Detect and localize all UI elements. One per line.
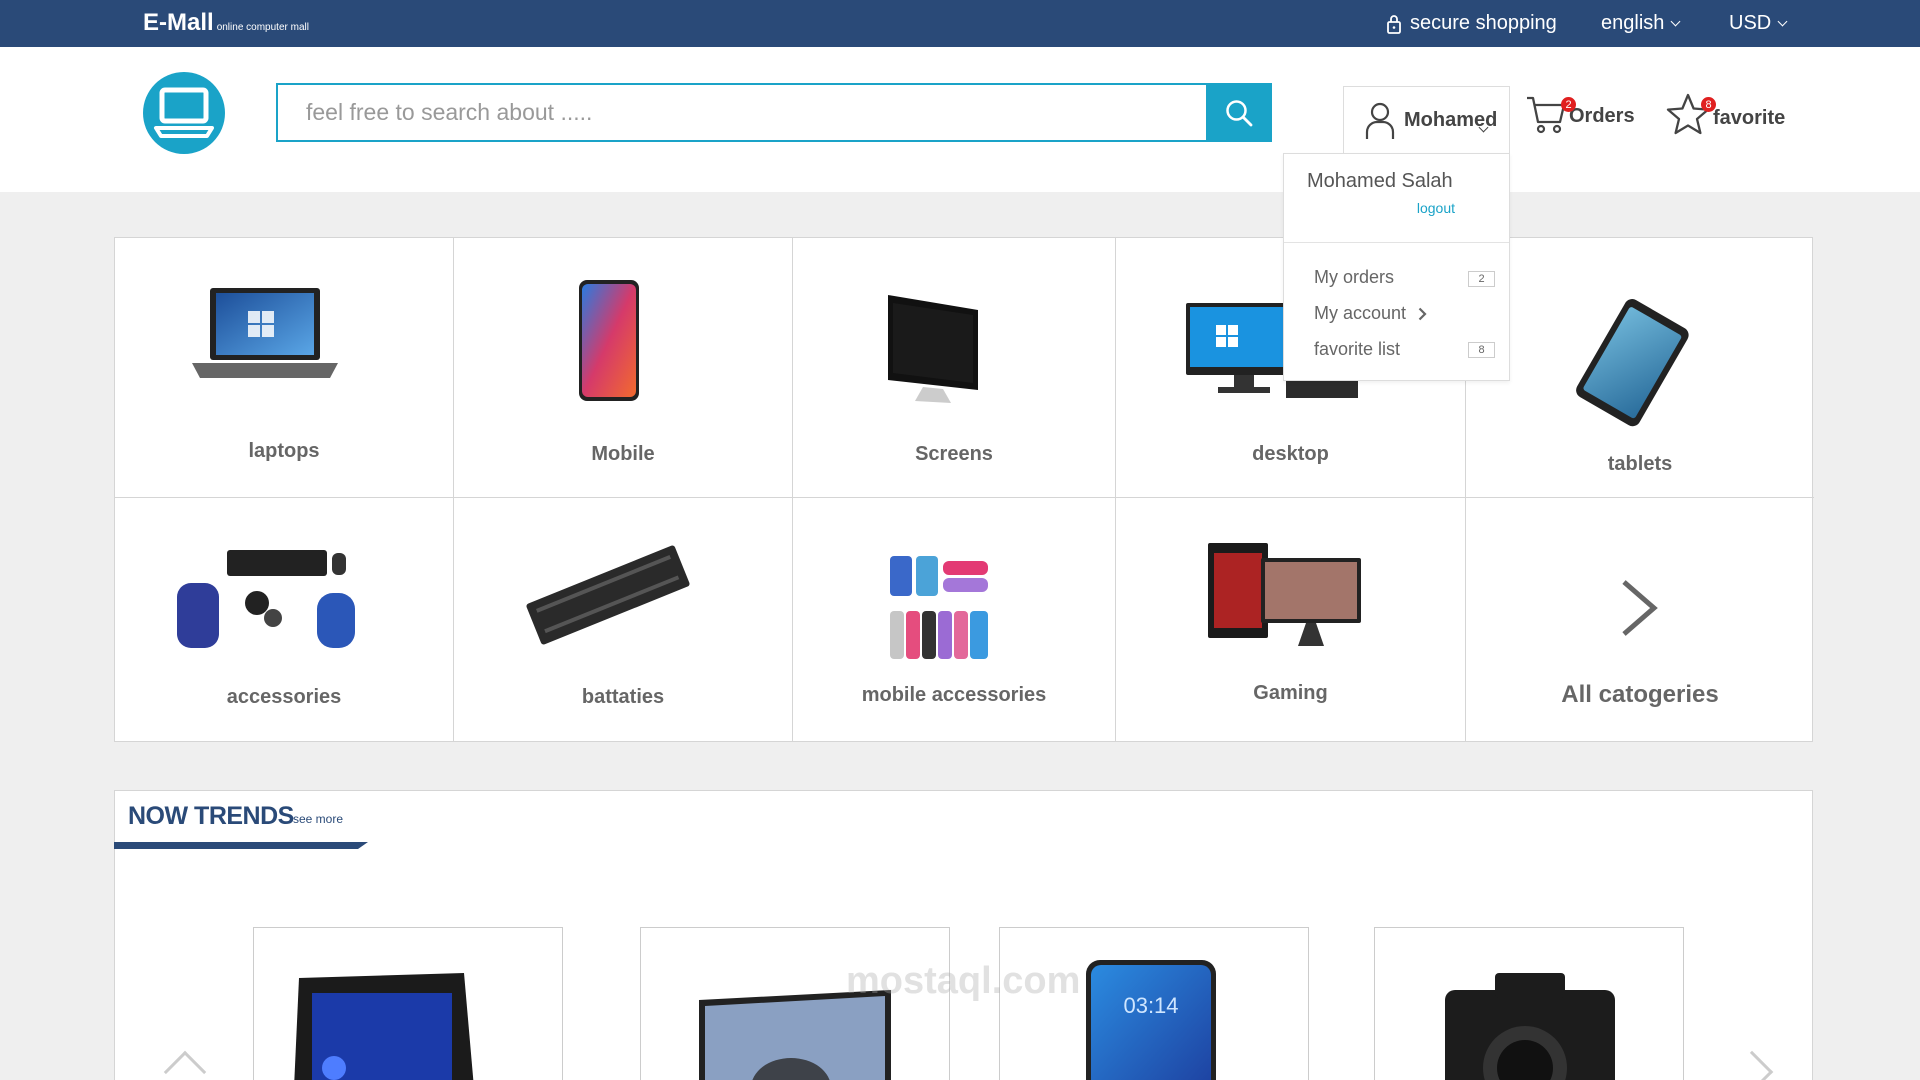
site-logo[interactable] — [143, 72, 225, 154]
category-label: Screens — [915, 443, 993, 465]
brand-logo-text[interactable]: E-Mall online computer mall — [143, 9, 309, 37]
category-mobile[interactable]: Mobile — [454, 238, 793, 498]
category-screens[interactable]: Screens — [793, 238, 1116, 498]
gaming-case-image — [294, 973, 474, 1080]
battery-image — [526, 545, 690, 645]
category-mobile-accessories[interactable]: mobile accessories — [793, 498, 1116, 742]
category-tablets[interactable]: tablets — [1466, 238, 1814, 498]
lock-icon — [1387, 14, 1401, 34]
product-card[interactable] — [640, 927, 950, 1080]
see-more-link[interactable]: see more — [293, 812, 343, 826]
menu-item-label: My orders — [1314, 267, 1395, 287]
cart-icon — [1527, 96, 1566, 134]
my-orders-count: 2 — [1468, 271, 1495, 287]
orders-link[interactable]: Orders 2 — [1525, 92, 1635, 136]
carousel-prev-button[interactable] — [163, 1050, 207, 1080]
category-label: tablets — [1607, 453, 1673, 475]
smartphone-image: 03:14 — [1086, 960, 1216, 1080]
gaming-pc-image — [1208, 543, 1361, 646]
currency-value: USD — [1729, 12, 1772, 34]
menu-item-my-orders[interactable]: My orders — [1314, 267, 1394, 288]
orders-badge: 2 — [1561, 97, 1576, 112]
laptop-image — [192, 288, 338, 378]
category-grid: laptops Mobile Screens desktop tablets a… — [114, 237, 1814, 742]
tablet-image — [1576, 299, 1689, 427]
brand-name: E-Mall — [143, 9, 214, 36]
language-value: english — [1601, 12, 1665, 34]
search-button[interactable] — [1206, 83, 1272, 142]
menu-item-label: My account — [1314, 303, 1407, 323]
phone-cases-image — [890, 556, 988, 659]
menu-item-label: favorite list — [1314, 339, 1401, 359]
carousel-next-button[interactable] — [1730, 1050, 1774, 1080]
trends-section: NOW TRENDS see more 03:14 — [114, 790, 1813, 1080]
search-bar — [276, 83, 1272, 142]
chevron-down-icon — [1777, 16, 1788, 27]
chevron-down-icon — [1670, 16, 1681, 27]
phone-time: 03:14 — [1123, 993, 1178, 1018]
category-gaming[interactable]: Gaming — [1116, 498, 1466, 742]
favorite-link[interactable]: favorite 8 — [1665, 92, 1785, 138]
orders-label: Orders — [1569, 105, 1635, 127]
favorite-label: favorite — [1713, 107, 1786, 129]
category-label: Mobile — [591, 443, 655, 465]
category-label: accessories — [226, 686, 342, 708]
menu-item-my-account[interactable]: My account — [1314, 303, 1427, 324]
user-icon — [1365, 102, 1395, 139]
category-label: battaties — [581, 686, 665, 708]
secure-shopping-label: secure shopping — [1410, 12, 1557, 34]
product-card[interactable]: 03:14 — [999, 927, 1309, 1080]
logout-link[interactable]: logout — [1417, 200, 1455, 216]
user-menu-toggle[interactable]: Mohamed — [1343, 86, 1510, 154]
currency-select[interactable]: USD — [1729, 12, 1788, 35]
divider — [1284, 242, 1509, 243]
category-label: laptops — [248, 440, 320, 462]
mobile-image — [579, 280, 639, 401]
category-label: Gaming — [1253, 682, 1328, 704]
user-full-name: Mohamed Salah — [1307, 170, 1453, 192]
category-batteries[interactable]: battaties — [454, 498, 793, 742]
title-underline — [114, 842, 368, 849]
search-input[interactable] — [278, 85, 1206, 140]
laptop-logo-icon — [154, 87, 214, 138]
category-label: desktop — [1252, 443, 1329, 465]
category-label: All catogeries — [1561, 681, 1719, 708]
product-card[interactable] — [253, 927, 563, 1080]
product-card[interactable] — [1374, 927, 1684, 1080]
search-icon — [1226, 99, 1253, 126]
category-label: mobile accessories — [861, 684, 1047, 706]
language-select[interactable]: english — [1601, 12, 1681, 35]
category-accessories[interactable]: accessories — [115, 498, 454, 742]
chevron-right-icon — [1418, 307, 1427, 320]
favorite-badge: 8 — [1701, 97, 1716, 112]
camera-image — [1445, 973, 1615, 1080]
favorite-list-count: 8 — [1468, 342, 1495, 358]
watermark: mostaql.com — [846, 960, 1081, 1002]
monitor-image — [888, 295, 978, 403]
accessories-image — [177, 550, 355, 648]
brand-tagline: online computer mall — [216, 22, 309, 33]
secure-shopping: secure shopping — [1386, 12, 1557, 35]
monitor-image — [699, 990, 891, 1080]
category-laptops[interactable]: laptops — [115, 238, 454, 498]
category-all[interactable]: All catogeries — [1466, 498, 1814, 742]
menu-item-favorite-list[interactable]: favorite list — [1314, 339, 1400, 360]
user-dropdown-menu: Mohamed Salah logout My orders 2 My acco… — [1283, 153, 1510, 381]
section-title: NOW TRENDS — [128, 802, 294, 830]
chevron-right-icon — [1622, 580, 1658, 636]
